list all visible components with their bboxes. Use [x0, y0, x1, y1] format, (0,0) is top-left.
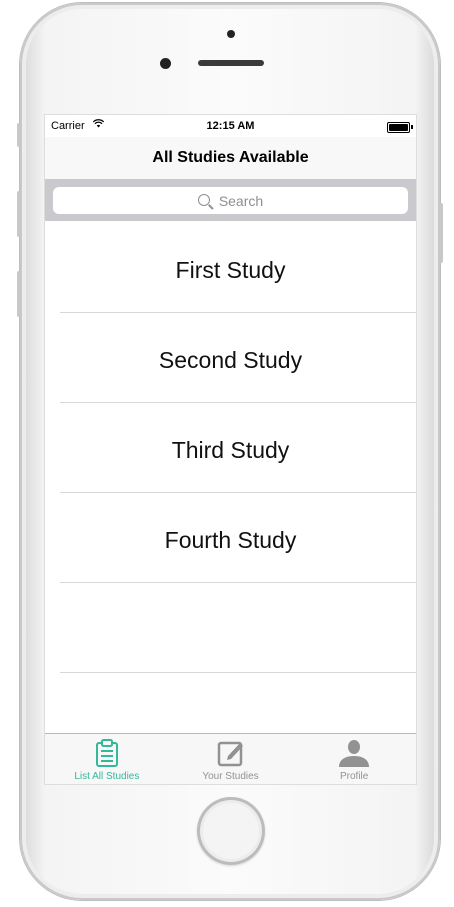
earpiece-speaker	[198, 60, 264, 66]
home-button[interactable]	[197, 797, 265, 865]
list-item[interactable]: Third Study	[45, 403, 416, 493]
search-icon	[197, 193, 210, 206]
app-screen: Carrier 12:15 AM All Studies Available S…	[44, 114, 417, 785]
tab-label: List All Studies	[74, 771, 140, 782]
tab-label: Profile	[340, 771, 369, 782]
studies-list: First Study Second Study Third Study Fou…	[45, 223, 416, 763]
status-bar: Carrier 12:15 AM	[45, 115, 416, 137]
front-camera	[160, 58, 171, 69]
volume-down-button	[17, 271, 21, 317]
tab-your-studies[interactable]: Your Studies	[169, 734, 293, 784]
list-item[interactable]: Second Study	[45, 313, 416, 403]
status-time: 12:15 AM	[206, 120, 255, 132]
battery-icon	[387, 122, 413, 133]
study-title: Second Study	[158, 347, 303, 373]
page-title: All Studies Available	[152, 149, 309, 166]
tab-bar: List All Studies Your Studies Profile	[45, 733, 416, 784]
study-title: Third Study	[171, 437, 290, 463]
tab-profile[interactable]: Profile	[292, 734, 416, 784]
list-item[interactable]: First Study	[45, 223, 416, 313]
tab-label: Your Studies	[202, 771, 259, 782]
volume-up-button	[17, 191, 21, 237]
search-input[interactable]: Search	[53, 187, 408, 214]
person-icon	[338, 739, 370, 772]
edit-icon	[217, 739, 245, 772]
tab-list-all-studies[interactable]: List All Studies	[45, 734, 169, 784]
power-button	[439, 203, 443, 263]
navigation-bar: All Studies Available	[45, 137, 416, 180]
search-placeholder: Search	[218, 192, 264, 209]
search-bar: Search	[45, 179, 416, 221]
study-title: First Study	[175, 257, 286, 283]
mute-switch	[17, 123, 21, 147]
study-title: Fourth Study	[164, 527, 297, 553]
list-item[interactable]	[45, 583, 416, 673]
list-item[interactable]: Fourth Study	[45, 493, 416, 583]
proximity-sensor	[227, 30, 235, 38]
clipboard-icon	[95, 739, 119, 772]
